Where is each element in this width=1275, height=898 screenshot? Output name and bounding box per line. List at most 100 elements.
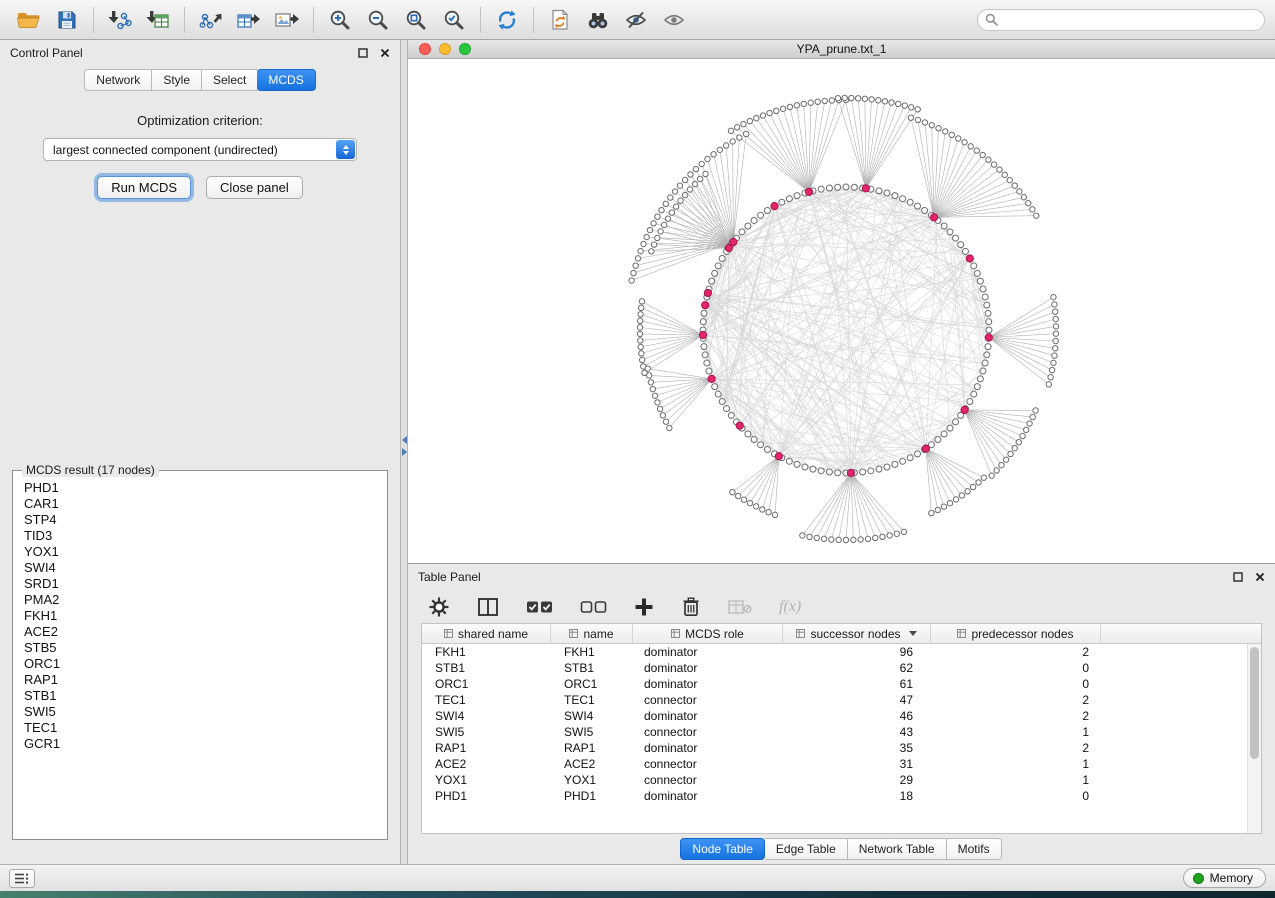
splitter-collapse-arrows[interactable] (401, 436, 407, 456)
graph-node[interactable] (651, 221, 656, 226)
close-window-icon[interactable] (419, 43, 431, 55)
graph-node[interactable] (1051, 294, 1056, 299)
graph-node[interactable] (655, 400, 660, 405)
graph-node[interactable] (641, 241, 646, 246)
graph-node[interactable] (682, 177, 687, 182)
graph-node[interactable] (638, 305, 643, 310)
graph-node[interactable] (786, 196, 792, 202)
graph-node[interactable] (1033, 408, 1038, 413)
graph-node[interactable] (766, 510, 771, 515)
network-window-titlebar[interactable]: YPA_prune.txt_1 (408, 40, 1275, 59)
graph-node[interactable] (673, 204, 678, 209)
graph-node[interactable] (967, 399, 973, 405)
graph-node[interactable] (712, 270, 718, 276)
graph-node[interactable] (704, 360, 710, 366)
graph-node[interactable] (741, 497, 746, 502)
graph-node[interactable] (941, 431, 947, 437)
graph-node[interactable] (635, 256, 640, 261)
graph-node[interactable] (629, 278, 634, 283)
column-header-predecessor-nodes[interactable]: predecessor nodes (931, 624, 1101, 643)
graph-node[interactable] (907, 455, 913, 461)
mcds-result-node[interactable]: TID3 (24, 528, 376, 544)
graph-node[interactable] (747, 118, 752, 123)
graph-node[interactable] (780, 106, 785, 111)
graph-node[interactable] (745, 431, 751, 437)
graph-dominator-node[interactable] (847, 469, 854, 476)
save-session-icon[interactable] (48, 4, 86, 36)
graph-node[interactable] (892, 461, 898, 467)
graph-node[interactable] (953, 419, 959, 425)
export-image-icon[interactable] (268, 4, 306, 36)
graph-node[interactable] (728, 412, 734, 418)
graph-node[interactable] (826, 185, 832, 191)
graph-node[interactable] (641, 364, 646, 369)
graph-dominator-node[interactable] (922, 445, 929, 452)
graph-node[interactable] (860, 469, 866, 475)
graph-node[interactable] (1012, 445, 1017, 450)
graph-node[interactable] (1017, 189, 1022, 194)
graph-node[interactable] (751, 437, 757, 443)
graph-dominator-node[interactable] (699, 331, 706, 338)
graph-node[interactable] (959, 493, 964, 498)
graph-node[interactable] (807, 534, 812, 539)
graph-dominator-node[interactable] (961, 406, 968, 413)
graph-node[interactable] (663, 201, 668, 206)
zoom-out-icon[interactable] (359, 4, 397, 36)
graph-node[interactable] (982, 294, 988, 300)
graph-node[interactable] (1012, 183, 1017, 188)
graph-node[interactable] (644, 234, 649, 239)
table-row-SWI5[interactable]: SWI5SWI5connector431 (422, 724, 1261, 740)
mcds-result-node[interactable]: SRD1 (24, 576, 376, 592)
graph-node[interactable] (818, 186, 824, 192)
graph-node[interactable] (962, 248, 968, 254)
graph-node[interactable] (1020, 433, 1025, 438)
graph-node[interactable] (876, 188, 882, 194)
graph-node[interactable] (692, 181, 697, 186)
zoom-in-icon[interactable] (321, 4, 359, 36)
graph-dominator-node[interactable] (704, 289, 711, 296)
graph-node[interactable] (794, 103, 799, 108)
clear-table-icon[interactable] (728, 598, 752, 616)
float-panel-icon[interactable] (1233, 572, 1243, 582)
graph-node[interactable] (1049, 367, 1054, 372)
graph-node[interactable] (719, 256, 725, 262)
graph-dominator-node[interactable] (985, 334, 992, 341)
graph-node[interactable] (947, 500, 952, 505)
zoom-selected-icon[interactable] (435, 4, 473, 36)
graph-node[interactable] (658, 229, 663, 234)
graph-node[interactable] (935, 507, 940, 512)
table-scrollbar[interactable] (1247, 644, 1261, 833)
graph-node[interactable] (1052, 353, 1057, 358)
mcds-result-node[interactable]: STB1 (24, 688, 376, 704)
graph-node[interactable] (997, 167, 1002, 172)
graph-node[interactable] (638, 318, 643, 323)
graph-dominator-node[interactable] (771, 203, 778, 210)
graph-node[interactable] (1016, 439, 1021, 444)
column-header-MCDS-role[interactable]: MCDS role (633, 624, 783, 643)
graph-node[interactable] (652, 393, 657, 398)
column-header-shared-name[interactable]: shared name (422, 624, 551, 643)
graph-node[interactable] (648, 380, 653, 385)
graph-node[interactable] (986, 319, 992, 325)
graph-node[interactable] (1052, 302, 1057, 307)
graph-node[interactable] (741, 121, 746, 126)
graph-node[interactable] (715, 263, 721, 269)
mcds-result-node[interactable]: SWI4 (24, 560, 376, 576)
graph-node[interactable] (735, 493, 740, 498)
graph-node[interactable] (880, 534, 885, 539)
graph-node[interactable] (730, 139, 735, 144)
mcds-result-node[interactable]: PMA2 (24, 592, 376, 608)
graph-node[interactable] (1053, 346, 1058, 351)
graph-node[interactable] (915, 117, 920, 122)
scrollbar-thumb[interactable] (1250, 647, 1259, 759)
graph-node[interactable] (638, 248, 643, 253)
graph-node[interactable] (1007, 177, 1012, 182)
graph-node[interactable] (1046, 382, 1051, 387)
graph-node[interactable] (953, 497, 958, 502)
mcds-result-node[interactable]: ORC1 (24, 656, 376, 672)
graph-node[interactable] (638, 344, 643, 349)
tab-select[interactable]: Select (202, 69, 258, 91)
close-panel-icon[interactable] (380, 48, 390, 58)
graph-node[interactable] (678, 198, 683, 203)
graph-node[interactable] (922, 208, 928, 214)
